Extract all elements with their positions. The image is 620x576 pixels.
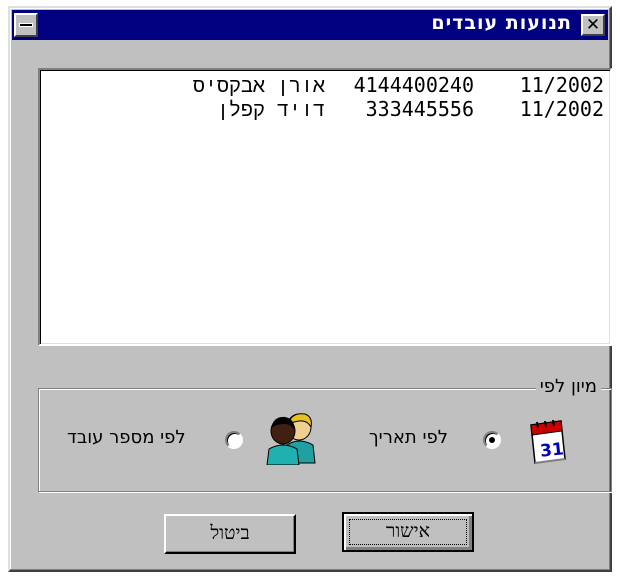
employees-icon [266, 413, 316, 465]
record-number: 4144400240 [353, 73, 474, 97]
record-number: 333445556 [365, 97, 474, 121]
close-button[interactable]: ✕ [581, 14, 605, 36]
cancel-button[interactable]: ביטול [164, 514, 296, 554]
title-bar[interactable]: תנועות עובדים ✕ [12, 10, 608, 40]
records-listbox[interactable]: אורן אבקסיס 4144400240 11/2002 דויד קפלן… [38, 68, 612, 346]
calendar-icon: 31 [530, 419, 566, 464]
list-item[interactable]: אורן אבקסיס 4144400240 11/2002 [40, 74, 610, 96]
sort-by-date-label[interactable]: לפי תאריך [369, 427, 448, 448]
sort-by-employee-number-label[interactable]: לפי מספר עובד [67, 427, 186, 448]
window-title: תנועות עובדים [431, 12, 572, 34]
ok-button[interactable]: אישור [342, 512, 474, 552]
record-name: אורן אבקסיס [192, 73, 325, 97]
system-menu-button[interactable] [14, 13, 38, 37]
cancel-button-label: ביטול [210, 522, 250, 544]
system-menu-icon [19, 23, 33, 27]
radio-selected-dot [489, 437, 495, 443]
sort-by-legend: מיון לפי [535, 376, 601, 397]
sort-by-group: מיון לפי 31 לפי תאריך לפי מספר עובד [38, 376, 612, 492]
list-item[interactable]: דויד קפלן 333445556 11/2002 [40, 98, 610, 120]
record-date: 11/2002 [519, 97, 604, 121]
sort-by-employee-number-radio[interactable] [225, 431, 243, 449]
employee-movements-dialog: תנועות עובדים ✕ אורן אבקסיס 4144400240 1… [8, 6, 612, 572]
record-date: 11/2002 [519, 73, 604, 97]
record-name: דויד קפלן [216, 97, 325, 121]
ok-button-label: אישור [385, 520, 431, 542]
svg-text:31: 31 [539, 439, 565, 461]
sort-by-date-radio[interactable] [483, 431, 501, 449]
